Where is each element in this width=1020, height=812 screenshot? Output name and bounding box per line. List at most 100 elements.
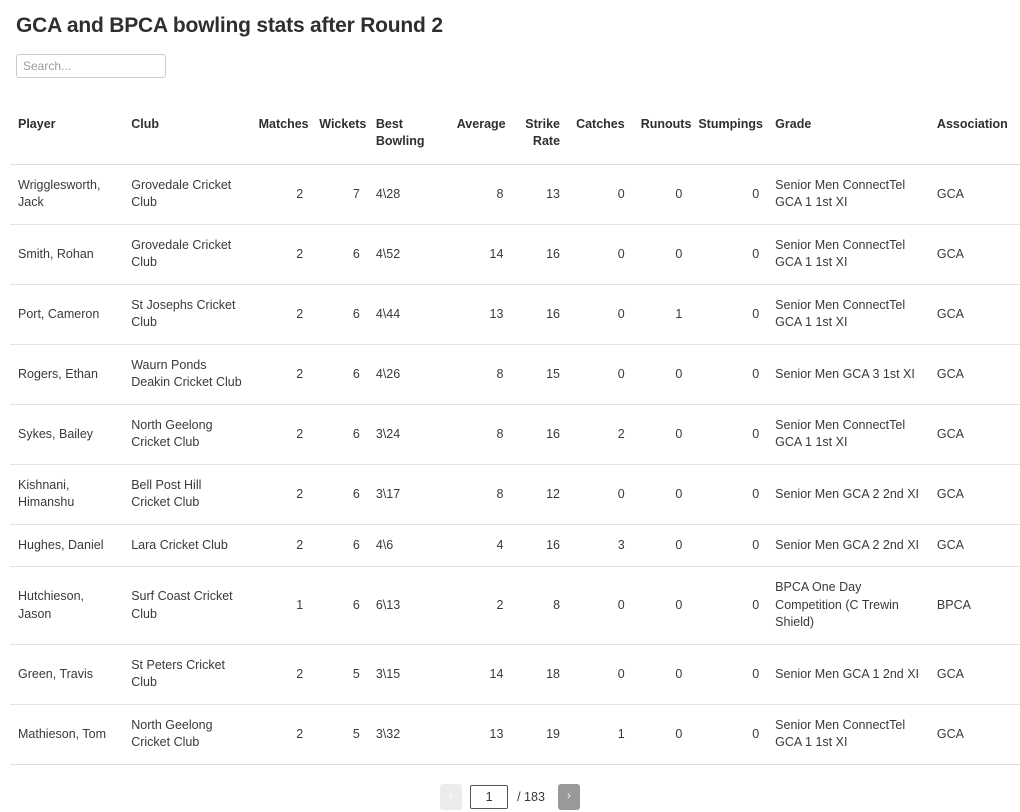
cell-wickets: 7 (311, 164, 368, 225)
search-input[interactable] (16, 54, 166, 78)
cell-player: Port, Cameron (10, 284, 124, 345)
cell-runouts: 0 (632, 704, 691, 765)
cell-best_bowling: 4\26 (367, 344, 449, 405)
cell-catches: 0 (568, 344, 633, 405)
cell-player: Hughes, Daniel (10, 524, 124, 568)
cell-runouts: 0 (632, 224, 691, 285)
column-header-grade[interactable]: Grade (767, 108, 929, 165)
cell-average: 13 (448, 284, 512, 345)
cell-club: St Josephs Cricket Club (123, 284, 251, 345)
cell-runouts: 0 (632, 164, 691, 225)
column-header-matches[interactable]: Matches (250, 108, 312, 165)
table-row[interactable]: Sykes, Bailey North Geelong Cricket Club 2… (10, 404, 1020, 465)
cell-catches: 0 (568, 464, 633, 525)
cell-club: Waurn Ponds Deakin Cricket Club (123, 344, 251, 405)
cell-association: GCA (928, 704, 1020, 765)
column-header-runouts[interactable]: Runouts (632, 108, 691, 165)
cell-strike_rate: 16 (511, 524, 569, 568)
cell-runouts: 0 (632, 566, 691, 645)
page-container: GCA and BPCA bowling stats after Round 2… (0, 0, 1020, 812)
cell-catches: 0 (568, 644, 633, 705)
cell-stumpings: 0 (690, 464, 768, 525)
pagination-next-button[interactable]: › (557, 783, 580, 810)
table-row[interactable]: Mathieson, Tom North Geelong Cricket Club… (10, 704, 1020, 765)
cell-average: 13 (448, 704, 512, 765)
cell-grade: Senior Men GCA 3 1st XI (767, 344, 929, 405)
cell-club: North Geelong Cricket Club (123, 704, 251, 765)
bowling-stats-table: Player Club Matches Wickets Best Bowling… (10, 108, 1020, 765)
cell-wickets: 6 (311, 524, 368, 568)
table-row[interactable]: Hutchieson, Jason Surf Coast Cricket Club… (10, 566, 1020, 645)
cell-runouts: 0 (632, 344, 691, 405)
column-header-strike-rate[interactable]: Strike Rate (511, 108, 569, 165)
cell-average: 8 (448, 404, 512, 465)
cell-runouts: 0 (632, 404, 691, 465)
cell-average: 14 (448, 224, 512, 285)
cell-wickets: 6 (311, 566, 368, 645)
table-row[interactable]: Kishnani, Himanshu Bell Post Hill Cricket… (10, 464, 1020, 525)
column-header-association[interactable]: Association (928, 108, 1020, 165)
cell-association: GCA (928, 464, 1020, 525)
cell-catches: 3 (568, 524, 633, 568)
cell-grade: BPCA One Day Competition (C Trewin Shiel… (767, 566, 929, 645)
cell-association: GCA (928, 404, 1020, 465)
cell-strike_rate: 18 (511, 644, 569, 705)
cell-best_bowling: 3\24 (367, 404, 449, 465)
cell-strike_rate: 12 (511, 464, 569, 525)
table-row[interactable]: Rogers, Ethan Waurn Ponds Deakin Cricket … (10, 344, 1020, 405)
cell-grade: Senior Men GCA 1 2nd XI (767, 644, 929, 705)
cell-strike_rate: 16 (511, 224, 569, 285)
cell-runouts: 0 (632, 464, 691, 525)
page-title: GCA and BPCA bowling stats after Round 2 (16, 14, 443, 37)
cell-matches: 1 (250, 566, 312, 645)
cell-strike_rate: 16 (511, 404, 569, 465)
cell-grade: Senior Men ConnectTel GCA 1 1st XI (767, 284, 929, 345)
cell-best_bowling: 4\52 (367, 224, 449, 285)
column-header-player[interactable]: Player (10, 108, 124, 165)
cell-matches: 2 (250, 224, 312, 285)
column-header-average[interactable]: Average (448, 108, 512, 165)
column-header-stumpings[interactable]: Stumpings (690, 108, 768, 165)
cell-average: 4 (448, 524, 512, 568)
table-header-row: Player Club Matches Wickets Best Bowling… (10, 108, 1020, 165)
column-header-club[interactable]: Club (123, 108, 251, 165)
cell-player: Smith, Rohan (10, 224, 124, 285)
cell-matches: 2 (250, 464, 312, 525)
table-row[interactable]: Hughes, Daniel Lara Cricket Club 2 6 4\6 4 16 3… (10, 524, 1020, 568)
table-row[interactable]: Green, Travis St Peters Cricket Club 2 5 3\1… (10, 644, 1020, 705)
table-row[interactable]: Port, Cameron St Josephs Cricket Club 2 6 4\… (10, 284, 1020, 345)
pagination-page-input[interactable] (470, 784, 509, 809)
table-row[interactable]: Smith, Rohan Grovedale Cricket Club 2 6 4\52… (10, 224, 1020, 285)
cell-matches: 2 (250, 164, 312, 225)
column-header-wickets[interactable]: Wickets (311, 108, 368, 165)
pagination-prev-button[interactable]: ‹ (440, 783, 463, 810)
cell-average: 8 (448, 344, 512, 405)
search-row (16, 54, 1010, 78)
cell-average: 2 (448, 566, 512, 645)
cell-matches: 2 (250, 524, 312, 568)
table-row[interactable]: Wrigglesworth, Jack Grovedale Cricket Clu… (10, 164, 1020, 225)
cell-catches: 2 (568, 404, 633, 465)
cell-best_bowling: 3\17 (367, 464, 449, 525)
cell-club: Bell Post Hill Cricket Club (123, 464, 251, 525)
cell-wickets: 6 (311, 284, 368, 345)
cell-player: Wrigglesworth, Jack (10, 164, 124, 225)
cell-best_bowling: 4\6 (367, 524, 449, 568)
cell-matches: 2 (250, 644, 312, 705)
cell-club: Lara Cricket Club (123, 524, 251, 568)
pagination-total-label: / 183 (517, 789, 545, 804)
cell-strike_rate: 19 (511, 704, 569, 765)
cell-strike_rate: 13 (511, 164, 569, 225)
cell-club: St Peters Cricket Club (123, 644, 251, 705)
cell-matches: 2 (250, 284, 312, 345)
cell-best_bowling: 6\13 (367, 566, 449, 645)
cell-club: North Geelong Cricket Club (123, 404, 251, 465)
column-header-best-bowling[interactable]: Best Bowling (367, 108, 449, 165)
table-body: Wrigglesworth, Jack Grovedale Cricket Clu… (10, 164, 1020, 765)
column-header-catches[interactable]: Catches (568, 108, 633, 165)
cell-grade: Senior Men ConnectTel GCA 1 1st XI (767, 224, 929, 285)
cell-association: GCA (928, 164, 1020, 225)
cell-best_bowling: 3\32 (367, 704, 449, 765)
cell-strike_rate: 16 (511, 284, 569, 345)
cell-average: 14 (448, 644, 512, 705)
